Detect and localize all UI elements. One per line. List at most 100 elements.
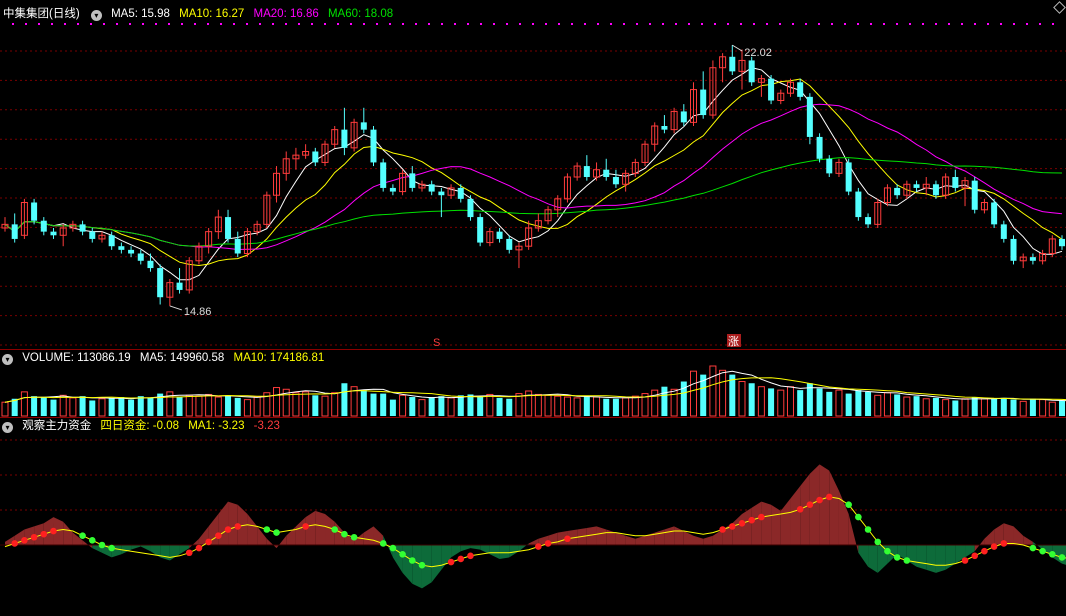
fund-area xyxy=(295,517,306,545)
candle-body xyxy=(797,82,804,97)
fund-trend-dot xyxy=(990,543,998,550)
fund-trend-dot xyxy=(234,523,242,530)
volume-bar xyxy=(331,392,339,417)
fund-trend-dot xyxy=(224,526,232,533)
fund-area xyxy=(732,514,742,545)
candle-body xyxy=(380,162,387,188)
signal-dot xyxy=(1013,23,1015,25)
signal-dot xyxy=(116,23,118,25)
fund-panel[interactable]: ▾ 观察主力资金 四日资金: -0.08 MA1: -3.23 -3.23 xyxy=(0,418,1066,616)
signal-dot xyxy=(909,23,911,25)
fund-trend-dot xyxy=(418,561,426,569)
signal-dot xyxy=(90,23,92,25)
signal-dot xyxy=(558,23,560,25)
volume-bar xyxy=(1010,399,1017,416)
candle-body xyxy=(477,217,484,243)
volume-bar xyxy=(777,389,785,417)
fund-area xyxy=(499,545,510,559)
candle-body xyxy=(1029,257,1036,261)
fund-trend-dot xyxy=(389,544,397,552)
s-marker: S xyxy=(433,337,440,349)
volume-bar xyxy=(583,396,590,416)
high-marker-label: 22.02 xyxy=(744,47,772,59)
signal-dot xyxy=(831,23,833,25)
fund-trend-dot xyxy=(88,537,96,544)
candle-body xyxy=(603,169,610,177)
candle-body xyxy=(816,136,823,159)
signal-dot xyxy=(662,23,664,25)
candle-body xyxy=(370,129,377,163)
signal-dot xyxy=(415,23,417,25)
volume-bar xyxy=(631,395,639,417)
signal-dot xyxy=(454,23,456,25)
candle-body xyxy=(137,253,144,261)
candle-body xyxy=(89,231,96,239)
fund-trend-dot xyxy=(1029,544,1037,552)
fund-area xyxy=(276,535,287,549)
signal-dot xyxy=(649,23,651,25)
price-panel[interactable]: 中集集团(日线) ▾ MA5: 15.98 MA10: 16.27 MA20: … xyxy=(0,0,1066,349)
fund-trend-dot xyxy=(341,530,348,538)
fund-trend-dot xyxy=(50,527,57,535)
candle-body xyxy=(312,151,319,163)
signal-dot xyxy=(818,23,820,25)
candle-body xyxy=(50,231,57,236)
volume-bar xyxy=(689,370,698,417)
volume-bar xyxy=(952,400,959,416)
volume-bar xyxy=(370,393,377,416)
fund-area xyxy=(315,510,326,545)
signal-dot xyxy=(480,23,482,25)
signal-dot xyxy=(181,23,183,25)
signal-dot xyxy=(51,23,53,25)
volume-panel[interactable]: ▾ VOLUME: 113086.19 MA5: 149960.58 MA10:… xyxy=(0,350,1066,417)
ma5-line xyxy=(4,67,1063,281)
volume-bar xyxy=(128,399,135,416)
volume-bar xyxy=(826,391,833,416)
fund-trend-dot xyxy=(1058,554,1066,561)
volume-bar xyxy=(50,399,57,416)
volume-bar xyxy=(234,397,241,416)
fund-area xyxy=(683,531,694,545)
volume-bar xyxy=(40,397,47,416)
signal-dot xyxy=(623,23,625,25)
signal-dot xyxy=(948,23,950,25)
signal-dot xyxy=(428,23,430,25)
candle-body xyxy=(147,260,154,269)
volume-bar xyxy=(651,389,659,417)
volume-bar xyxy=(1058,400,1066,416)
volume-bar xyxy=(486,393,494,417)
fund-area xyxy=(489,545,500,559)
candle-body xyxy=(612,177,619,185)
candle-body xyxy=(826,158,833,174)
volume-bar xyxy=(292,392,300,417)
fund-area xyxy=(741,507,752,545)
signal-dot xyxy=(1000,23,1002,25)
fund-trend-dot xyxy=(11,540,18,547)
signal-dot xyxy=(519,23,521,25)
candle-body xyxy=(1010,238,1017,261)
fund-trend-dot xyxy=(796,506,804,513)
fund-area xyxy=(228,501,238,545)
candle-body xyxy=(108,235,115,247)
fund-trend-dot xyxy=(971,552,979,560)
candle-body xyxy=(583,166,590,177)
candle-body xyxy=(467,198,474,218)
fund-chart xyxy=(0,439,1066,589)
fund-trend-dot xyxy=(535,543,542,550)
volume-bar xyxy=(883,392,891,417)
volume-bar xyxy=(409,397,416,416)
volume-bar xyxy=(855,390,862,416)
signal-dot xyxy=(207,23,209,25)
fund-area xyxy=(247,514,258,545)
fund-trend-dot xyxy=(302,523,309,530)
signal-dot xyxy=(883,23,885,25)
volume-bar xyxy=(273,387,281,417)
signal-dot xyxy=(974,23,976,25)
fund-trend-dot xyxy=(806,501,814,508)
volume-bar xyxy=(874,394,882,417)
signal-dot xyxy=(857,23,859,25)
candle-body xyxy=(748,60,755,83)
fund-area xyxy=(790,486,801,545)
fund-trend-dot xyxy=(1049,551,1056,558)
fund-area xyxy=(160,545,170,561)
